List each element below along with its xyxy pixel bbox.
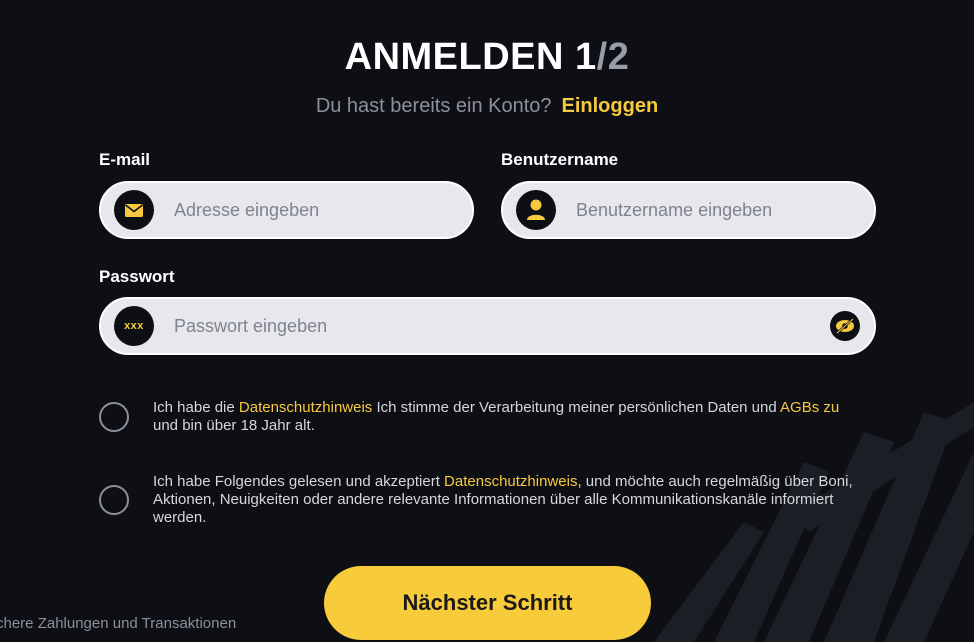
terms-link[interactable]: AGBs zu bbox=[780, 399, 839, 416]
password-icon-text: xxx bbox=[124, 320, 144, 332]
password-input[interactable] bbox=[172, 314, 830, 338]
consent-marketing-row: Ich habe Folgendes gelesen und akzeptier… bbox=[99, 473, 859, 527]
privacy-notice-link[interactable]: Datenschutzhinweis bbox=[239, 399, 372, 416]
consent-privacy-text-1: Ich habe die bbox=[153, 399, 239, 416]
login-prompt: Du hast bereits ein Konto? Einloggen bbox=[0, 95, 974, 118]
envelope-icon bbox=[114, 190, 154, 230]
password-xxx-icon: xxx bbox=[114, 306, 154, 346]
username-field-wrapper bbox=[501, 181, 876, 239]
consent-privacy-row: Ich habe die Datenschutzhinweis Ich stim… bbox=[99, 399, 859, 435]
consent-privacy-text-3: und bin über 18 Jahr alt. bbox=[153, 417, 315, 434]
consent-marketing-checkbox[interactable] bbox=[99, 485, 129, 515]
email-input[interactable] bbox=[172, 198, 472, 222]
privacy-notice-link-2[interactable]: Datenschutzhinweis bbox=[444, 473, 577, 490]
username-input[interactable] bbox=[574, 198, 874, 222]
title-step-separator: / bbox=[596, 36, 608, 78]
consent-privacy-checkbox[interactable] bbox=[99, 402, 129, 432]
consent-privacy-text-2: Ich stimme der Verarbeitung meiner persö… bbox=[372, 399, 781, 416]
next-step-button[interactable]: Nächster Schritt bbox=[324, 566, 651, 640]
password-label: Passwort bbox=[99, 267, 175, 286]
consent-marketing-text: Ich habe Folgendes gelesen und akzeptier… bbox=[153, 473, 859, 527]
title-step-total: 2 bbox=[607, 36, 630, 78]
consent-marketing-text-1: Ich habe Folgendes gelesen und akzeptier… bbox=[153, 473, 445, 490]
title-main: ANMELDEN 1 bbox=[344, 36, 597, 78]
username-label: Benutzername bbox=[501, 150, 619, 169]
eye-off-icon[interactable] bbox=[830, 311, 860, 341]
password-field-wrapper: xxx bbox=[99, 297, 876, 355]
page-title: ANMELDEN 1/2 bbox=[0, 36, 974, 79]
email-field-wrapper bbox=[99, 181, 474, 239]
login-prompt-text: Du hast bereits ein Konto? bbox=[315, 95, 552, 117]
user-icon bbox=[516, 190, 556, 230]
secure-payments-note: chere Zahlungen und Transaktionen bbox=[0, 615, 237, 632]
login-link[interactable]: Einloggen bbox=[562, 95, 659, 117]
email-label: E-mail bbox=[99, 150, 151, 169]
consent-privacy-text: Ich habe die Datenschutzhinweis Ich stim… bbox=[153, 399, 859, 435]
